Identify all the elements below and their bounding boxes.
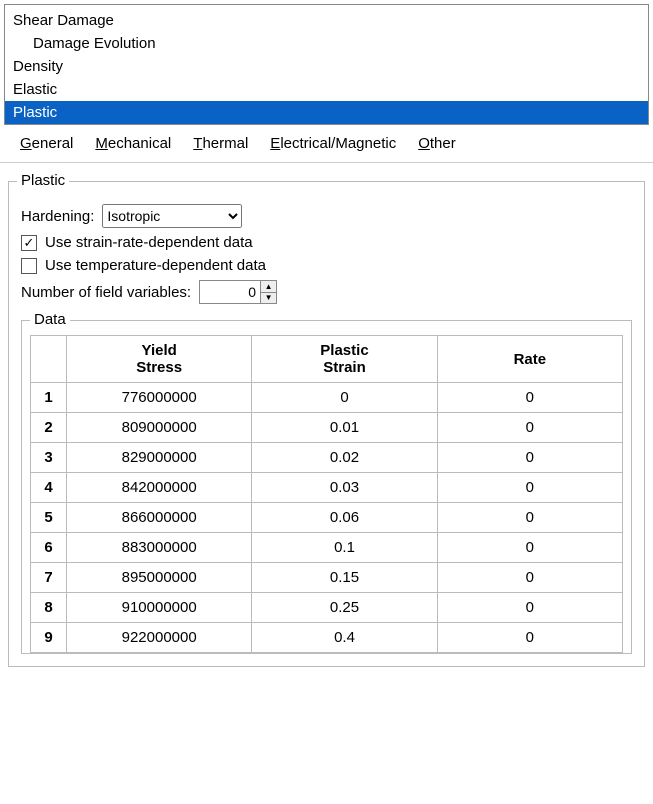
data-fieldset: Data YieldStress PlasticStrain Rate 1776… bbox=[21, 320, 632, 654]
row-number: 3 bbox=[31, 443, 67, 473]
field-vars-input[interactable] bbox=[200, 281, 260, 303]
menu-mechanical[interactable]: Mechanical bbox=[95, 135, 171, 152]
temperature-label: Use temperature-dependent data bbox=[45, 257, 266, 274]
table-row[interactable]: 78950000000.150 bbox=[31, 563, 623, 593]
field-vars-spinner[interactable]: ▲ ▼ bbox=[199, 280, 277, 304]
cell-plastic-strain[interactable]: 0.03 bbox=[252, 473, 437, 503]
cell-yield-stress[interactable]: 922000000 bbox=[67, 623, 252, 653]
cell-rate[interactable]: 0 bbox=[437, 413, 622, 443]
cell-plastic-strain[interactable]: 0.1 bbox=[252, 533, 437, 563]
cell-rate[interactable]: 0 bbox=[437, 593, 622, 623]
data-table[interactable]: YieldStress PlasticStrain Rate 177600000… bbox=[30, 335, 623, 653]
header-rownum bbox=[31, 336, 67, 383]
cell-yield-stress[interactable]: 866000000 bbox=[67, 503, 252, 533]
cell-yield-stress[interactable]: 895000000 bbox=[67, 563, 252, 593]
cell-yield-stress[interactable]: 910000000 bbox=[67, 593, 252, 623]
menu-thermal[interactable]: Thermal bbox=[193, 135, 248, 152]
header-rate: Rate bbox=[437, 336, 622, 383]
tree-item-shear-damage[interactable]: Shear Damage bbox=[5, 9, 648, 32]
row-number: 9 bbox=[31, 623, 67, 653]
row-number: 1 bbox=[31, 383, 67, 413]
cell-yield-stress[interactable]: 776000000 bbox=[67, 383, 252, 413]
cell-yield-stress[interactable]: 809000000 bbox=[67, 413, 252, 443]
table-row[interactable]: 99220000000.40 bbox=[31, 623, 623, 653]
row-number: 2 bbox=[31, 413, 67, 443]
hardening-label: Hardening: bbox=[21, 208, 94, 225]
table-row[interactable]: 28090000000.010 bbox=[31, 413, 623, 443]
behavior-menu-bar: General Mechanical Thermal Electrical/Ma… bbox=[0, 125, 653, 163]
header-plastic-strain: PlasticStrain bbox=[252, 336, 437, 383]
data-legend: Data bbox=[30, 311, 70, 328]
cell-rate[interactable]: 0 bbox=[437, 383, 622, 413]
table-row[interactable]: 177600000000 bbox=[31, 383, 623, 413]
cell-yield-stress[interactable]: 829000000 bbox=[67, 443, 252, 473]
plastic-legend: Plastic bbox=[17, 172, 69, 189]
temperature-checkbox[interactable] bbox=[21, 258, 37, 274]
cell-plastic-strain[interactable]: 0.4 bbox=[252, 623, 437, 653]
cell-plastic-strain[interactable]: 0.25 bbox=[252, 593, 437, 623]
cell-yield-stress[interactable]: 842000000 bbox=[67, 473, 252, 503]
table-row[interactable]: 38290000000.020 bbox=[31, 443, 623, 473]
cell-yield-stress[interactable]: 883000000 bbox=[67, 533, 252, 563]
cell-rate[interactable]: 0 bbox=[437, 443, 622, 473]
hardening-select[interactable]: Isotropic bbox=[102, 204, 242, 228]
table-row[interactable]: 89100000000.250 bbox=[31, 593, 623, 623]
table-row[interactable]: 68830000000.10 bbox=[31, 533, 623, 563]
tree-item-plastic[interactable]: Plastic bbox=[5, 101, 648, 124]
cell-rate[interactable]: 0 bbox=[437, 623, 622, 653]
cell-rate[interactable]: 0 bbox=[437, 533, 622, 563]
row-number: 6 bbox=[31, 533, 67, 563]
cell-plastic-strain[interactable]: 0.15 bbox=[252, 563, 437, 593]
cell-plastic-strain[interactable]: 0.06 bbox=[252, 503, 437, 533]
table-row[interactable]: 58660000000.060 bbox=[31, 503, 623, 533]
tree-item-density[interactable]: Density bbox=[5, 55, 648, 78]
menu-other[interactable]: Other bbox=[418, 135, 456, 152]
menu-electrical-magnetic[interactable]: Electrical/Magnetic bbox=[270, 135, 396, 152]
cell-rate[interactable]: 0 bbox=[437, 563, 622, 593]
field-vars-up-icon[interactable]: ▲ bbox=[261, 281, 276, 292]
header-yield-stress: YieldStress bbox=[67, 336, 252, 383]
tree-item-elastic[interactable]: Elastic bbox=[5, 78, 648, 101]
cell-plastic-strain[interactable]: 0.02 bbox=[252, 443, 437, 473]
row-number: 4 bbox=[31, 473, 67, 503]
material-behavior-tree[interactable]: Shear Damage Damage Evolution Density El… bbox=[4, 4, 649, 125]
menu-general[interactable]: General bbox=[20, 135, 73, 152]
strain-rate-checkbox[interactable]: ✓ bbox=[21, 235, 37, 251]
field-vars-label: Number of field variables: bbox=[21, 284, 191, 301]
cell-rate[interactable]: 0 bbox=[437, 473, 622, 503]
field-vars-down-icon[interactable]: ▼ bbox=[261, 292, 276, 304]
table-row[interactable]: 48420000000.030 bbox=[31, 473, 623, 503]
row-number: 8 bbox=[31, 593, 67, 623]
row-number: 5 bbox=[31, 503, 67, 533]
tree-item-damage-evolution[interactable]: Damage Evolution bbox=[5, 32, 648, 55]
plastic-fieldset: Plastic Hardening: Isotropic ✓ Use strai… bbox=[8, 181, 645, 667]
strain-rate-label: Use strain-rate-dependent data bbox=[45, 234, 253, 251]
row-number: 7 bbox=[31, 563, 67, 593]
cell-plastic-strain[interactable]: 0 bbox=[252, 383, 437, 413]
cell-plastic-strain[interactable]: 0.01 bbox=[252, 413, 437, 443]
cell-rate[interactable]: 0 bbox=[437, 503, 622, 533]
